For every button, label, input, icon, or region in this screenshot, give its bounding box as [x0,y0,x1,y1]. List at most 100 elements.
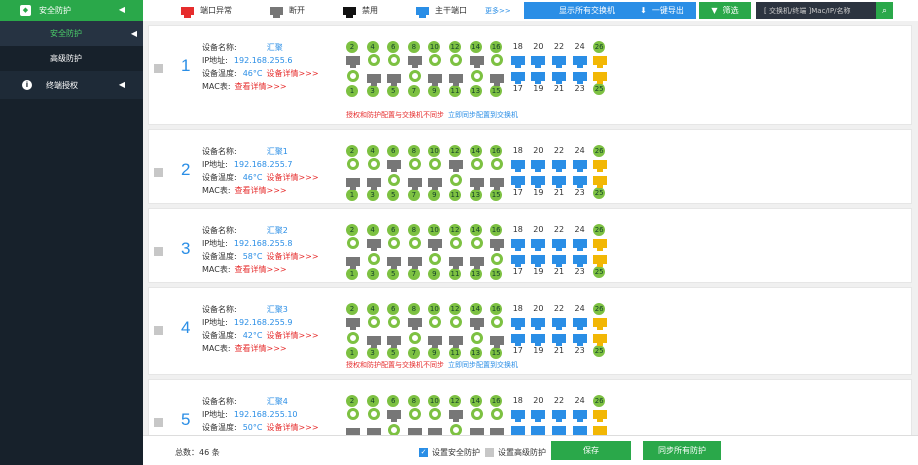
terminal-device-icon[interactable] [450,424,462,435]
port-icon[interactable] [346,428,360,435]
port-icon[interactable] [552,334,566,346]
terminal-device-icon[interactable] [450,237,462,249]
terminal-device-icon[interactable] [408,237,421,249]
port-icon[interactable] [449,257,463,269]
terminal-device-icon[interactable] [347,70,359,82]
port-icon[interactable] [572,334,587,346]
port-icon[interactable] [593,72,608,84]
terminal-device-icon[interactable] [470,158,483,170]
terminal-device-icon[interactable] [470,408,483,420]
port-icon[interactable] [449,410,463,422]
search-input[interactable]: [ 交换机/终端 ]Mac/IP/名称 [756,2,876,19]
more-link[interactable]: 更多>> [485,6,511,16]
sync-all-button[interactable]: 同步所有防护 [643,441,721,460]
port-icon[interactable] [552,426,566,435]
terminal-device-icon[interactable] [347,237,359,249]
terminal-device-icon[interactable] [470,332,483,344]
port-icon[interactable] [469,56,484,68]
sync-now-link[interactable]: 立即同步配置到交换机 [448,361,518,369]
mac-table-link[interactable]: 查看详情>>> [235,186,287,195]
port-icon[interactable] [593,426,608,435]
port-icon[interactable] [407,318,422,330]
port-icon[interactable] [490,74,505,86]
port-icon[interactable] [449,336,463,348]
port-icon[interactable] [346,178,360,190]
terminal-device-icon[interactable] [491,158,504,170]
port-icon[interactable] [510,334,525,346]
port-icon[interactable] [387,160,402,172]
terminal-device-icon[interactable] [388,237,401,249]
port-icon[interactable] [490,239,505,251]
port-icon[interactable] [531,56,546,68]
terminal-device-icon[interactable] [347,332,359,344]
port-icon[interactable] [510,426,525,435]
port-icon[interactable] [449,160,463,172]
port-icon[interactable] [407,56,422,68]
terminal-device-icon[interactable] [388,316,401,328]
terminal-device-icon[interactable] [429,408,442,420]
terminal-device-icon[interactable] [429,158,442,170]
device-detail-link[interactable]: 设备详情>>> [266,69,318,78]
filter-button[interactable]: ▼ 筛选 [699,2,751,19]
port-icon[interactable] [510,176,525,188]
switch-checkbox[interactable] [154,168,163,177]
port-icon[interactable] [552,160,566,172]
port-icon[interactable] [593,410,608,422]
terminal-device-icon[interactable] [367,408,380,420]
terminal-device-icon[interactable] [470,70,483,82]
terminal-device-icon[interactable] [429,316,442,328]
export-button[interactable]: ⬇ 一键导出 [628,2,696,19]
terminal-device-icon[interactable] [388,54,401,66]
terminal-device-icon[interactable] [388,424,401,435]
switch-checkbox[interactable] [154,64,163,73]
terminal-device-icon[interactable] [450,316,462,328]
terminal-device-icon[interactable] [347,408,359,420]
terminal-device-icon[interactable] [408,408,421,420]
port-icon[interactable] [572,318,587,330]
port-icon[interactable] [572,160,587,172]
save-button[interactable]: 保存 [551,441,631,460]
port-icon[interactable] [366,239,381,251]
port-icon[interactable] [552,176,566,188]
port-icon[interactable] [469,178,484,190]
port-icon[interactable] [346,257,360,269]
sidebar-item-terminal-auth[interactable]: i 终端授权 ◀ [0,71,143,99]
port-icon[interactable] [572,176,587,188]
port-icon[interactable] [593,160,608,172]
port-icon[interactable] [366,74,381,86]
port-icon[interactable] [531,255,546,267]
port-icon[interactable] [531,176,546,188]
terminal-device-icon[interactable] [491,54,504,66]
port-icon[interactable] [387,74,402,86]
device-detail-link[interactable]: 设备详情>>> [266,252,318,261]
set-security-checkbox[interactable]: ✓ 设置安全防护 [419,447,480,458]
terminal-device-icon[interactable] [388,174,401,186]
mac-table-link[interactable]: 查看详情>>> [235,265,287,274]
port-icon[interactable] [572,56,587,68]
switch-checkbox[interactable] [154,418,163,427]
port-icon[interactable] [387,257,402,269]
port-icon[interactable] [407,257,422,269]
port-icon[interactable] [531,318,546,330]
terminal-device-icon[interactable] [367,316,380,328]
port-icon[interactable] [428,74,443,86]
port-icon[interactable] [346,318,360,330]
port-icon[interactable] [593,56,608,68]
port-icon[interactable] [490,336,505,348]
port-icon[interactable] [428,428,443,435]
mac-table-link[interactable]: 查看详情>>> [235,82,287,91]
terminal-device-icon[interactable] [491,253,504,265]
port-icon[interactable] [428,336,443,348]
port-icon[interactable] [572,410,587,422]
port-icon[interactable] [469,318,484,330]
port-icon[interactable] [531,334,546,346]
terminal-device-icon[interactable] [367,253,380,265]
terminal-device-icon[interactable] [367,54,380,66]
set-advanced-checkbox[interactable]: 设置高级防护 [485,447,546,458]
port-icon[interactable] [428,239,443,251]
port-icon[interactable] [572,426,587,435]
terminal-device-icon[interactable] [491,408,504,420]
port-icon[interactable] [552,72,566,84]
switch-list[interactable]: 1 设备名称: 汇聚 IP地址: 192.168.255.6 设备温度: 46°C 设备详情>… [143,21,918,435]
sync-now-link[interactable]: 立即同步配置到交换机 [448,111,518,119]
